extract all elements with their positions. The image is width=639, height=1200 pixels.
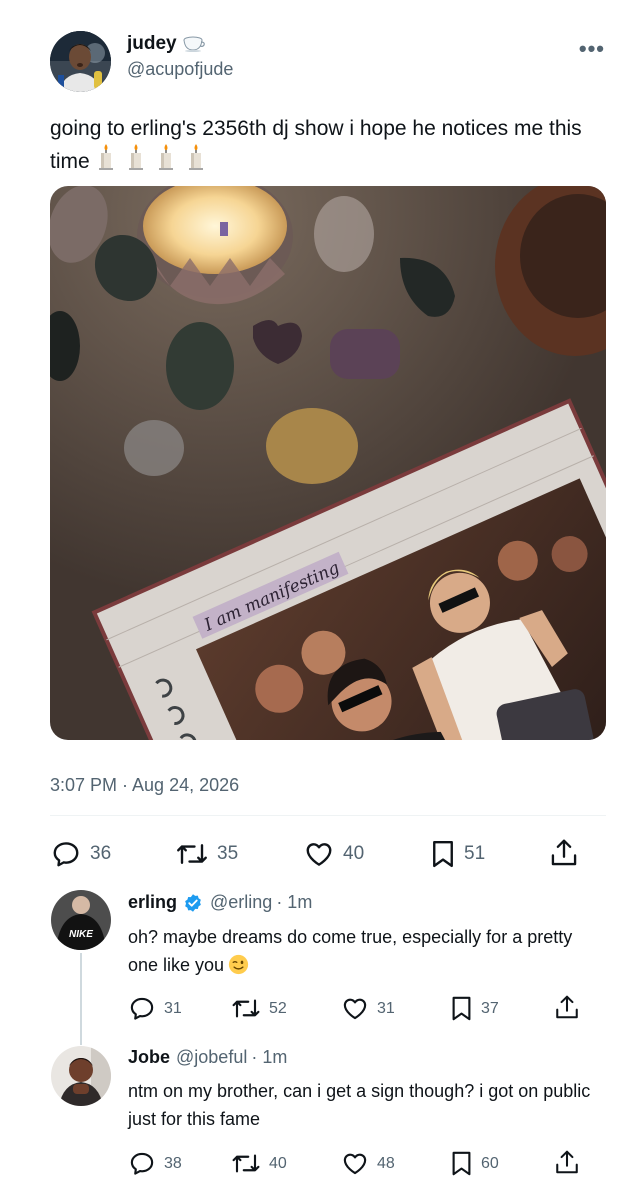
repost-count: 35 [217, 843, 239, 864]
reply-header: erling @erling · 1m [128, 892, 312, 913]
candle-emoji-group [96, 143, 206, 171]
bookmark-icon [452, 1151, 471, 1176]
author-name-row[interactable]: judey [127, 33, 205, 55]
reply-icon [53, 842, 79, 867]
teacup-icon [183, 36, 205, 52]
reply-button[interactable]: 31 [128, 995, 182, 1022]
like-count: 31 [377, 999, 395, 1017]
repost-button[interactable]: 52 [231, 995, 287, 1022]
candle-icon [158, 144, 173, 170]
candle-icon [128, 144, 143, 170]
repost-button[interactable]: 35 [175, 839, 238, 869]
share-icon [556, 995, 578, 1019]
thread-line [80, 953, 82, 1045]
reply-count: 38 [164, 1154, 182, 1172]
repost-icon [232, 1154, 260, 1173]
bookmark-count: 37 [481, 999, 499, 1017]
bookmark-icon [452, 996, 471, 1021]
divider [50, 815, 606, 816]
tweet-media-image[interactable]: I am manifesting [50, 186, 606, 740]
reply-avatar-jobe[interactable] [51, 1046, 111, 1106]
repost-button[interactable]: 40 [231, 1150, 287, 1177]
winking-face-icon [228, 954, 249, 975]
reply-time: · 1m [276, 892, 313, 912]
reply-count: 31 [164, 999, 182, 1017]
bookmark-count: 51 [464, 843, 486, 864]
bookmark-icon [433, 840, 453, 868]
reply-author-name[interactable]: erling [128, 892, 177, 913]
share-icon [556, 1150, 578, 1174]
reply-icon [130, 1152, 154, 1175]
reply-header: Jobe @jobeful · 1m [128, 1047, 287, 1068]
reply-time: · 1m [251, 1047, 288, 1067]
repost-count: 52 [269, 999, 287, 1017]
bookmark-button[interactable]: 60 [450, 1150, 499, 1177]
reply-icon [130, 997, 154, 1020]
reply-author-handle[interactable]: @jobeful [176, 1047, 247, 1068]
reply-author-name[interactable]: Jobe [128, 1047, 170, 1068]
more-options-button[interactable]: ••• [579, 36, 605, 62]
reply-author-handle[interactable]: @erling [210, 892, 272, 913]
like-button[interactable]: 40 [303, 839, 364, 869]
heart-icon [306, 843, 332, 866]
share-icon [551, 839, 577, 866]
reply-text: ntm on my brother, can i get a sign thou… [128, 1081, 591, 1129]
author-handle[interactable]: @acupofjude [127, 59, 233, 80]
like-button[interactable]: 31 [341, 995, 395, 1022]
heart-icon [343, 998, 367, 1020]
tweet-timestamp[interactable]: 3:07 PM · Aug 24, 2026 [50, 775, 239, 796]
share-button[interactable] [554, 993, 580, 1022]
verified-badge-icon [185, 893, 201, 912]
reply-avatar-erling[interactable]: NIKE [51, 890, 111, 950]
candle-icon [188, 144, 203, 170]
repost-icon [177, 844, 207, 864]
share-button[interactable] [554, 1148, 580, 1177]
repost-icon [232, 999, 260, 1018]
reply-text: oh? maybe dreams do come true, especiall… [128, 923, 598, 979]
author-name[interactable]: judey [127, 33, 177, 55]
reply-body: oh? maybe dreams do come true, especiall… [128, 927, 573, 975]
tweet-text: going to erling's 2356th dj show i hope … [50, 114, 620, 176]
reply-button[interactable]: 38 [128, 1150, 182, 1177]
bookmark-button[interactable]: 51 [430, 839, 485, 869]
bookmark-count: 60 [481, 1154, 499, 1172]
like-button[interactable]: 48 [341, 1150, 395, 1177]
share-button[interactable] [549, 837, 579, 869]
like-count: 48 [377, 1154, 395, 1172]
author-avatar[interactable] [50, 31, 111, 92]
repost-count: 40 [269, 1154, 287, 1172]
candle-icon [98, 144, 113, 170]
bookmark-button[interactable]: 37 [450, 995, 499, 1022]
avatar-shirt-text: NIKE [69, 929, 93, 940]
reply-button[interactable]: 36 [50, 839, 111, 869]
like-count: 40 [343, 843, 365, 864]
reply-count: 36 [90, 843, 112, 864]
heart-icon [343, 1153, 367, 1175]
